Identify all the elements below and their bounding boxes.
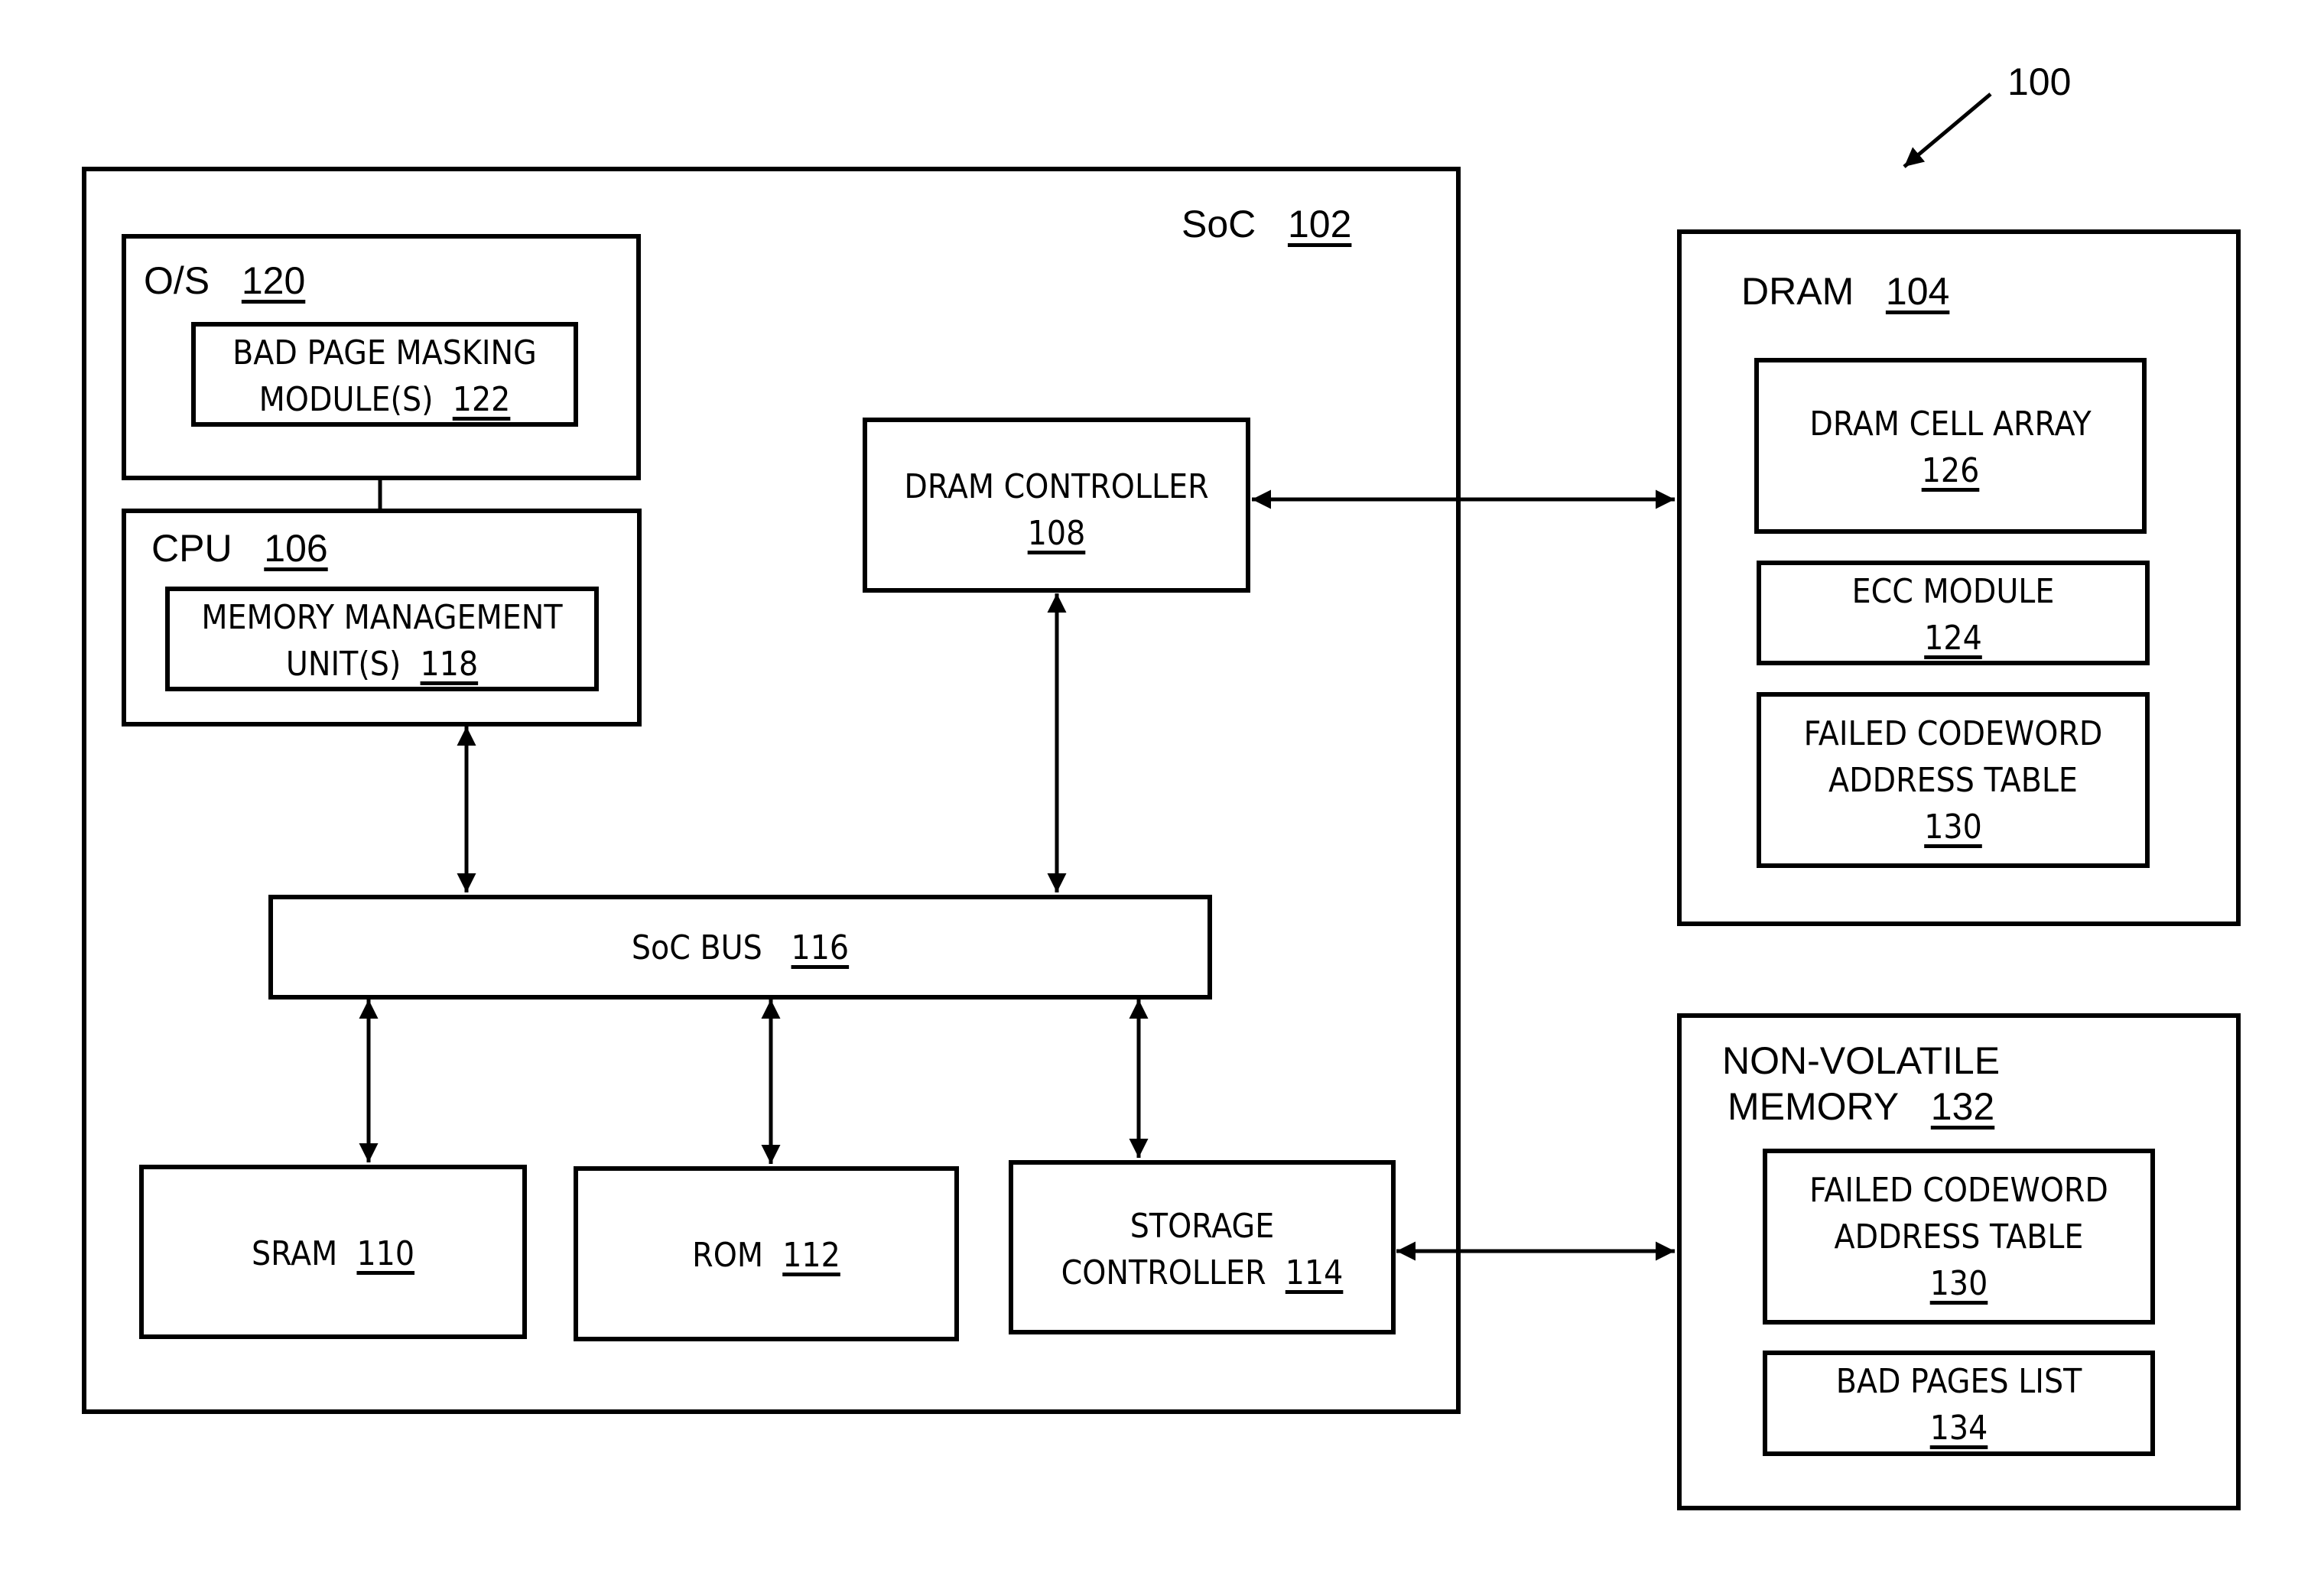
fcat-dram-line1: FAILED CODEWORD [1803,714,2103,753]
fcat-dram-ref-line: 130 [1780,804,2126,850]
fcat-nvm-ref: 130 [1929,1264,1988,1303]
rom-label: ROM 112 [597,1232,936,1279]
figure-ref-arrow [1903,93,1992,168]
mmu-ref: 118 [420,645,479,684]
storage-controller-line2: CONTROLLER 114 [1032,1250,1373,1296]
ecc-module-line1: ECC MODULE [1851,572,2055,611]
bad-pages-list-box: BAD PAGES LIST 134 [1763,1351,2155,1456]
mmu-box: MEMORY MANAGEMENT UNIT(S) 118 [165,587,599,691]
storage-controller-line1: STORAGE [1129,1207,1275,1246]
bad-page-masking-line1: BAD PAGE MASKING [232,333,537,372]
bad-pages-list-ref-line: 134 [1786,1405,2131,1451]
storage-controller-box: STORAGE CONTROLLER 114 [1009,1160,1396,1334]
soc-title: SoC [1182,203,1256,245]
soc-bus-ref: 116 [791,928,850,967]
bad-page-masking-box: BAD PAGE MASKING MODULE(S) 122 [191,322,578,427]
sram-ref: 110 [356,1234,415,1273]
dram-controller-box: DRAM CONTROLLER 108 [863,418,1250,593]
fcat-dram-line2: ADDRESS TABLE [1828,761,2078,800]
ecc-module-ref-line: 124 [1780,615,2126,661]
os-ref: 120 [241,259,306,302]
rom-box: ROM 112 [574,1166,959,1341]
ecc-module-box: ECC MODULE 124 [1757,561,2150,665]
dram-controller-line1: DRAM CONTROLLER [904,467,1209,506]
fcat-nvm-line2: ADDRESS TABLE [1834,1217,2084,1256]
soc-ref: 102 [1287,203,1352,245]
bad-pages-list-ref: 134 [1929,1409,1988,1448]
mmu-line1: MEMORY MANAGEMENT [201,598,563,637]
storage-controller-ref: 114 [1285,1253,1344,1292]
fcat-nvm-line1: FAILED CODEWORD [1809,1171,2108,1210]
nvm-label-line2: MEMORY 132 [1728,1087,1994,1126]
dram-cell-array-ref: 126 [1921,451,1980,490]
figure-ref-label: 100 [2007,60,2072,103]
soc-bus: SoC BUS 116 [268,895,1212,1000]
sram-box: SRAM 110 [139,1165,527,1339]
sram-label: SRAM 110 [163,1230,504,1277]
bad-page-masking-text: MODULE(S) [258,380,434,419]
os-label: O/S 120 [144,262,305,300]
mmu-line2: UNIT(S) 118 [191,641,574,687]
rom-ref: 112 [782,1236,840,1275]
cpu-label: CPU 106 [151,529,328,567]
mmu-text: UNIT(S) [285,645,401,684]
cpu-title: CPU [151,527,232,570]
bad-pages-list-line1: BAD PAGES LIST [1835,1362,2082,1401]
fcat-nvm-ref-line: 130 [1786,1260,2131,1307]
bad-page-masking-line2: MODULE(S) 122 [215,376,555,423]
dram-title: DRAM [1741,270,1854,313]
nvm-label-line1: NON-VOLATILE [1722,1039,2001,1082]
dram-controller-ref: 108 [1027,514,1086,553]
storage-controller-text: CONTROLLER [1061,1253,1266,1292]
cpu-ref: 106 [264,527,328,570]
bad-page-masking-ref: 122 [452,380,511,419]
dram-cell-array-ref-line: 126 [1778,447,2123,494]
dram-cell-array-box: DRAM CELL ARRAY 126 [1754,358,2147,534]
nvm-ref: 132 [1930,1085,1995,1128]
soc-bus-title: SoC BUS [631,928,762,967]
dram-controller-ref-line: 108 [886,510,1227,557]
soc-label: SoC 102 [1182,205,1351,243]
fcat-dram-box: FAILED CODEWORD ADDRESS TABLE 130 [1757,692,2150,868]
fcat-nvm-box: FAILED CODEWORD ADDRESS TABLE 130 [1763,1149,2155,1325]
ecc-module-ref: 124 [1924,619,1982,658]
dram-ref: 104 [1885,270,1950,313]
rom-title: ROM [692,1236,764,1275]
fcat-dram-ref: 130 [1924,808,1982,847]
os-title: O/S [144,259,210,302]
sram-title: SRAM [251,1234,338,1273]
soc-bus-label: SoC BUS 116 [320,925,1161,971]
dram-label: DRAM 104 [1741,272,1949,310]
dram-cell-array-line1: DRAM CELL ARRAY [1809,405,2092,444]
nvm-title: MEMORY [1728,1085,1900,1128]
